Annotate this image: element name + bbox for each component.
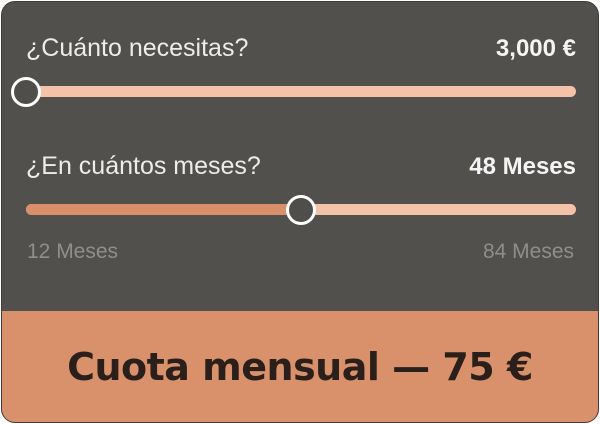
amount-slider-track[interactable] [11,77,576,107]
amount-label: ¿Cuánto necesitas? [26,34,249,62]
months-value: 48 Meses [469,153,576,180]
months-label: ¿En cuántos meses? [26,152,261,180]
months-slider-track[interactable] [26,195,576,225]
months-slider-thumb[interactable] [286,195,316,225]
amount-slider-thumb[interactable] [11,77,41,107]
monthly-fee-text: Cuota mensual — 75 € [67,344,533,389]
months-max-label: 84 Meses [482,240,574,263]
monthly-fee-bar: Cuota mensual — 75 € [2,311,598,422]
loan-calculator-card: ¿Cuánto necesitas? 3,000 € ¿En cuántos m… [1,1,599,423]
amount-value: 3,000 € [495,35,576,62]
months-slider-fill [26,204,301,215]
months-min-label: 12 Meses [27,240,119,263]
